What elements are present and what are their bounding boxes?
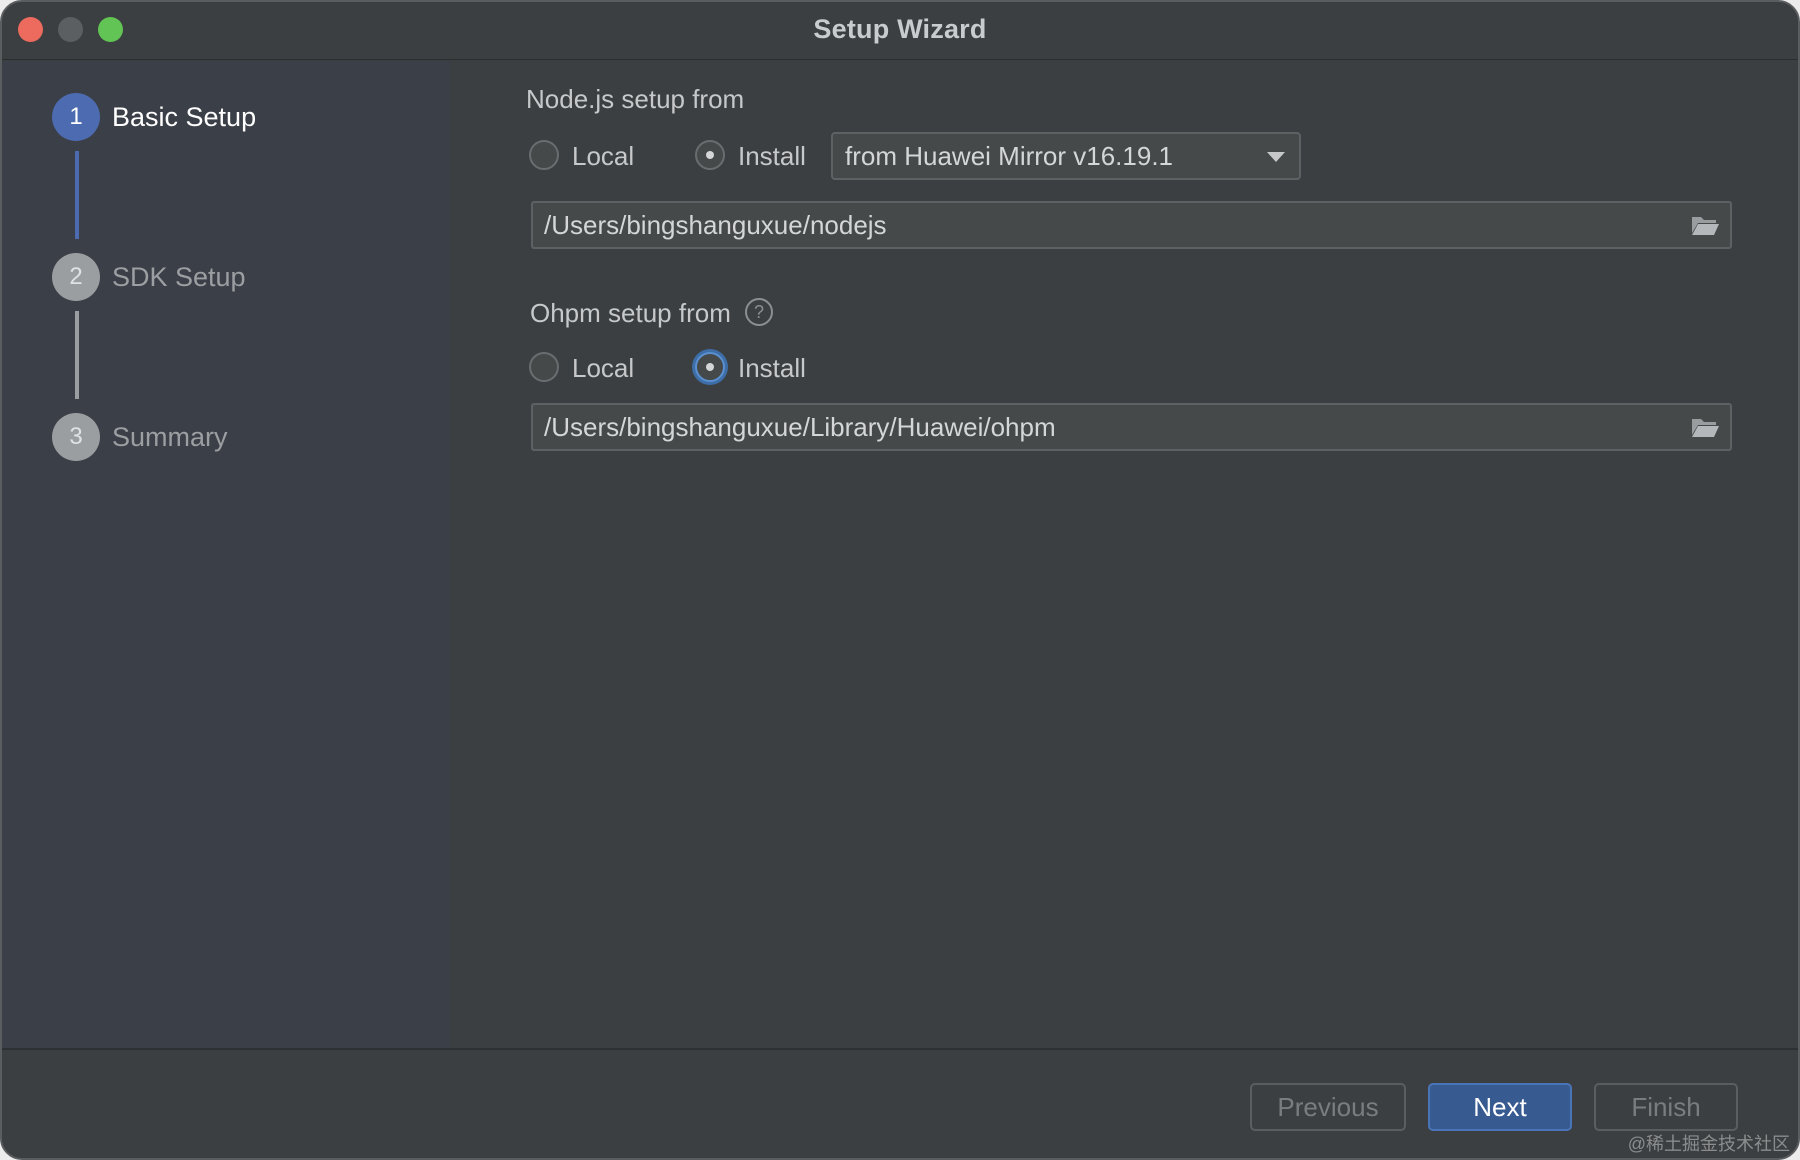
ohpm-setup-label: Ohpm setup from <box>530 298 731 328</box>
step-summary[interactable]: 3 Summary <box>52 413 228 461</box>
step-number-badge: 1 <box>52 93 100 141</box>
nodejs-setup-label: Node.js setup from <box>526 84 745 114</box>
finish-button[interactable]: Finish <box>1594 1083 1738 1131</box>
folder-open-icon[interactable] <box>1690 415 1720 439</box>
window-title: Setup Wizard <box>813 14 987 44</box>
step-connector <box>75 311 79 399</box>
nodejs-local-radio[interactable] <box>529 140 559 170</box>
step-sdk-setup[interactable]: 2 SDK Setup <box>52 253 246 301</box>
step-label: SDK Setup <box>112 261 246 292</box>
setup-wizard-window: Setup Wizard 1 Basic Setup 2 SDK Setup 3… <box>0 0 1800 1160</box>
ohpm-install-label[interactable]: Install <box>738 353 806 384</box>
step-basic-setup[interactable]: 1 Basic Setup <box>52 93 256 141</box>
step-label: Summary <box>112 421 228 452</box>
ohpm-install-radio[interactable] <box>695 352 725 382</box>
watermark: @稀土掘金技术社区 <box>1627 1134 1790 1154</box>
ohpm-local-radio[interactable] <box>529 352 559 382</box>
nodejs-source-dropdown[interactable]: from Huawei Mirror v16.19.1 <box>831 132 1301 180</box>
chevron-down-icon <box>1267 152 1285 162</box>
next-button[interactable]: Next <box>1428 1083 1572 1131</box>
title-bar: Setup Wizard <box>2 2 1798 60</box>
ohpm-path-field[interactable]: /Users/bingshanguxue/Library/Huawei/ohpm <box>531 403 1732 451</box>
wizard-steps-sidebar: 1 Basic Setup 2 SDK Setup 3 Summary <box>2 61 450 1048</box>
nodejs-path-value: /Users/bingshanguxue/nodejs <box>544 209 887 240</box>
nodejs-install-radio[interactable] <box>695 140 725 170</box>
help-icon[interactable]: ? <box>745 298 773 326</box>
nodejs-path-field[interactable]: /Users/bingshanguxue/nodejs <box>531 201 1732 249</box>
nodejs-source-selected: from Huawei Mirror v16.19.1 <box>845 140 1173 171</box>
previous-button[interactable]: Previous <box>1250 1083 1406 1131</box>
step-number-badge: 2 <box>52 253 100 301</box>
step-number-badge: 3 <box>52 413 100 461</box>
nodejs-install-label[interactable]: Install <box>738 141 806 172</box>
nodejs-local-label[interactable]: Local <box>572 141 634 172</box>
folder-open-icon[interactable] <box>1690 213 1720 237</box>
step-connector <box>75 151 79 239</box>
ohpm-path-value: /Users/bingshanguxue/Library/Huawei/ohpm <box>544 411 1056 442</box>
ohpm-local-label[interactable]: Local <box>572 353 634 384</box>
step-label: Basic Setup <box>112 101 257 132</box>
wizard-footer: Previous Next Finish @稀土掘金技术社区 <box>2 1048 1798 1158</box>
